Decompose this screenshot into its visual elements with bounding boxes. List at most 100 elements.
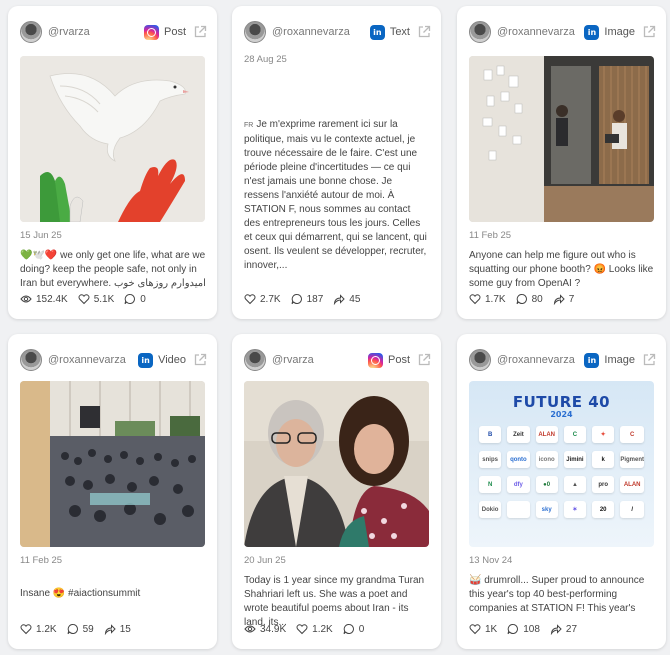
post-video[interactable] — [20, 381, 205, 547]
company-logo-tile: dfy — [507, 476, 530, 493]
language-badge: FR — [244, 122, 254, 129]
heart-icon — [469, 294, 481, 305]
shares-count: 15 — [119, 623, 131, 635]
grandma-photo — [244, 381, 429, 547]
post-image[interactable] — [20, 56, 205, 222]
likes-stat: 1.7K — [469, 293, 506, 305]
company-logo-tile: ●0 — [535, 476, 558, 493]
post-stats: 152.4K 5.1K 0 — [20, 293, 156, 305]
avatar — [244, 349, 266, 371]
company-logo-tile: N — [479, 476, 502, 493]
post-card[interactable]: @roxannevarza in Image FUTURE 40 2024 BZ… — [457, 334, 666, 649]
company-logo-tile — [507, 501, 530, 518]
company-logo-tile: ✦ — [592, 426, 615, 443]
comments-count: 80 — [531, 293, 543, 305]
likes-stat: 2.7K — [244, 293, 281, 305]
avatar — [469, 21, 491, 43]
likes-count: 1K — [485, 623, 498, 635]
shares-count: 7 — [568, 293, 575, 305]
likes-count: 5.1K — [93, 293, 115, 305]
post-card[interactable]: @roxannevarza in Video 11 Feb 25 Insane … — [8, 334, 217, 649]
comment-icon — [507, 624, 519, 635]
author-handle: @rvarza — [272, 354, 314, 366]
post-image[interactable] — [469, 56, 654, 222]
future40-year: 2024 — [550, 410, 573, 419]
company-logo-tile: Dokio — [479, 501, 502, 518]
comment-icon — [67, 624, 78, 635]
company-logo-tile: ▲ — [563, 476, 587, 493]
linkedin-icon: in — [369, 24, 385, 40]
company-logo-tile: ALAN — [620, 476, 644, 493]
company-logo-tile: 20 — [592, 501, 615, 518]
company-logo-grid: B Zeit ALAN C ✦ Csnips qonto icono Jimini k Pigmen… — [479, 426, 644, 518]
likes-count: 2.7K — [260, 293, 281, 305]
avatar — [244, 21, 266, 43]
comments-stat: 187 — [291, 293, 324, 305]
post-card[interactable]: @roxannevarza in Image 11 Feb 25 Anyone … — [457, 6, 666, 319]
views-count: 34.9K — [260, 623, 287, 635]
post-date: 11 Feb 25 — [20, 555, 63, 566]
company-logo-tile: sky — [535, 501, 558, 518]
post-stats: 2.7K 187 45 — [244, 293, 370, 305]
likes-count: 1.2K — [36, 623, 57, 635]
shares-count: 45 — [349, 293, 361, 305]
external-link-icon[interactable] — [193, 353, 207, 367]
future40-title: FUTURE 40 — [512, 393, 611, 411]
avatar — [469, 349, 491, 371]
post-type-label: Video — [158, 354, 186, 366]
linkedin-icon: in — [584, 352, 600, 368]
heart-icon — [469, 624, 481, 635]
company-logo-tile: C — [620, 426, 644, 443]
post-type-label: Image — [604, 26, 635, 38]
avatar — [20, 21, 42, 43]
post-stats: 1.2K 59 15 — [20, 623, 141, 635]
company-logo-tile: Pigment — [620, 451, 644, 468]
external-link-icon[interactable] — [417, 353, 431, 367]
company-logo-tile: Zeit — [507, 426, 530, 443]
post-caption: 🥁 drumroll... Super proud to announce th… — [469, 575, 645, 614]
post-caption: Anyone can help me figure out who is squ… — [469, 250, 654, 289]
company-logo-tile: / — [620, 501, 644, 518]
author-handle: @rvarza — [48, 26, 90, 38]
heart-icon — [78, 294, 90, 305]
company-logo-tile: ALAN — [535, 426, 558, 443]
comments-stat: 59 — [67, 623, 94, 635]
company-logo-tile: Jimini — [563, 451, 587, 468]
post-card[interactable]: @roxannevarza in Text 28 Aug 25 FR Je m'e… — [232, 6, 441, 319]
post-image[interactable]: FUTURE 40 2024 B Zeit ALAN C ✦ Csnips qonto ico… — [469, 381, 654, 547]
linkedin-icon: in — [138, 352, 154, 368]
comment-icon — [124, 294, 136, 305]
comments-count: 0 — [140, 293, 146, 305]
post-caption: 💚🕊️❤️ we only get one life, what are we … — [20, 250, 206, 289]
external-link-icon[interactable] — [193, 25, 207, 39]
likes-count: 1.7K — [485, 293, 506, 305]
views-stat: 34.9K — [244, 623, 286, 635]
company-logo-tile: ✶ — [563, 501, 587, 518]
post-image[interactable] — [244, 381, 429, 547]
phone-booth-photo — [469, 56, 654, 222]
comments-count: 187 — [306, 293, 324, 305]
post-type-label: Image — [604, 354, 635, 366]
shares-count: 27 — [565, 623, 578, 635]
post-text: FR Je m'exprime rarement ici sur la polit… — [244, 118, 429, 273]
post-caption: Je m'exprime rarement ici sur la politiq… — [244, 119, 427, 271]
post-card[interactable]: @rvarza Post 15 Jun 25 💚🕊️❤️ we only get… — [8, 6, 217, 319]
author-handle: @roxannevarza — [497, 354, 575, 366]
post-card[interactable]: @rvarza Post 20 Jun 25 Today is 1 year s… — [232, 334, 441, 649]
share-icon — [334, 294, 345, 305]
likes-stat: 1.2K — [296, 623, 333, 635]
external-link-icon[interactable] — [417, 25, 431, 39]
dove-hands-illustration — [20, 56, 205, 222]
shares-stat: 27 — [550, 623, 577, 635]
share-icon — [550, 624, 562, 635]
comment-icon — [291, 294, 302, 305]
external-link-icon[interactable] — [642, 25, 656, 39]
post-date: 11 Feb 25 — [469, 230, 512, 241]
comments-count: 59 — [82, 623, 94, 635]
shares-stat: 15 — [104, 623, 131, 635]
post-stats: 1.7K 80 7 — [469, 293, 584, 305]
company-logo-tile: qonto — [507, 451, 530, 468]
external-link-icon[interactable] — [642, 353, 656, 367]
company-logo-tile: B — [479, 426, 502, 443]
post-type-label: Post — [163, 26, 186, 38]
